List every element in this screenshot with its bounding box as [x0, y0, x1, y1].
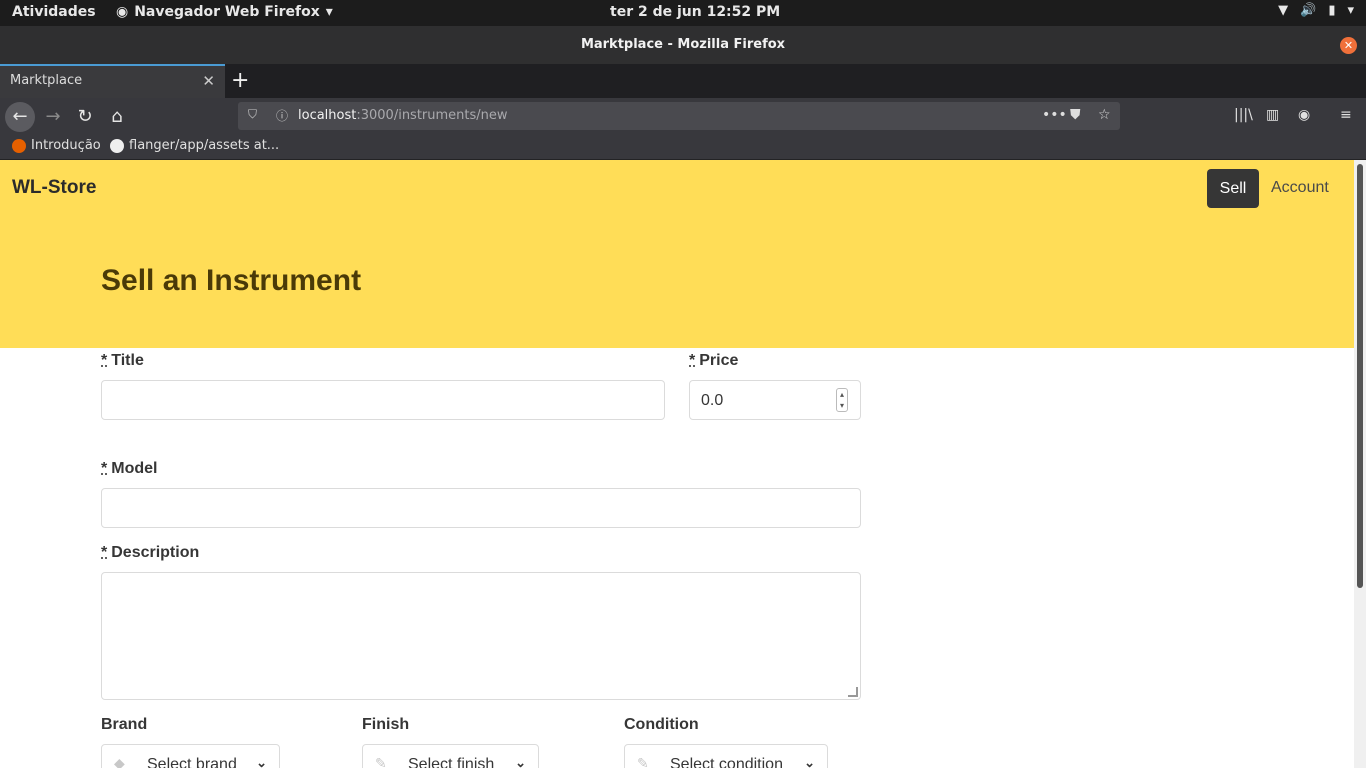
brand-select-value: Select brand [147, 756, 237, 768]
label-text: Model [111, 460, 158, 477]
clock[interactable]: ter 2 de jun 12:52 PM [610, 4, 780, 20]
label-text: Description [111, 544, 200, 561]
resize-handle-icon[interactable] [848, 687, 858, 697]
system-top-bar: Atividades ◉ Navegador Web Firefox ▾ ter… [0, 0, 1366, 26]
caret-down-icon: ▾ [1347, 3, 1354, 18]
library-icon[interactable]: |||\ [1234, 107, 1253, 123]
chevron-down-icon: ⌄ [515, 755, 526, 768]
hamburger-menu-icon[interactable]: ≡ [1340, 107, 1352, 123]
sidebar-icon[interactable]: ▥ [1266, 107, 1279, 123]
bookmark-label: flanger/app/assets at... [129, 138, 280, 153]
battery-icon: ▮ [1328, 3, 1336, 18]
system-tray[interactable]: ▼ 🔊 ▮ ▾ [1278, 3, 1354, 18]
paint-brush-icon: ✎ [637, 755, 649, 768]
page-actions-icon[interactable]: ••• [1042, 107, 1067, 123]
condition-select-value: Select condition [670, 756, 783, 768]
bookmarks-toolbar: Introdução flanger/app/assets at... [0, 136, 1366, 160]
bookmark-label: Introdução [31, 138, 101, 153]
window-title-bar: Marktplace - Mozilla Firefox ✕ [0, 26, 1366, 64]
app-menu[interactable]: ◉ Navegador Web Firefox ▾ [116, 4, 333, 20]
brand-label: Brand [101, 716, 148, 733]
wifi-icon: ▼ [1278, 3, 1289, 18]
label-text: Title [111, 352, 144, 369]
tab-close-icon[interactable]: ✕ [202, 72, 215, 90]
price-input[interactable]: 0.0 ▴ ▾ [689, 380, 861, 420]
reload-button[interactable]: ↻ [70, 102, 100, 132]
github-icon [110, 138, 124, 153]
finish-select-value: Select finish [408, 756, 495, 768]
required-mark: * [101, 544, 108, 561]
window-close-button[interactable]: ✕ [1340, 37, 1357, 54]
account-icon[interactable]: ◉ [1298, 107, 1310, 123]
firefox-icon [12, 138, 26, 153]
model-label: * Model [101, 460, 157, 478]
finish-label: Finish [362, 716, 410, 733]
info-icon[interactable]: ⓘ [276, 107, 288, 124]
bookmark-flanger[interactable]: flanger/app/assets at... [110, 138, 279, 153]
shield-icon[interactable]: ⛉ [248, 107, 257, 122]
title-label: * Title [101, 352, 144, 370]
scrollbar-thumb[interactable] [1357, 164, 1363, 588]
browser-toolbar: ← → ↻ ⌂ ⛉ ⓘ localhost:3000/instruments/n… [0, 98, 1366, 136]
url-bar[interactable]: ⛉ ⓘ localhost:3000/instruments/new ••• ⛊… [238, 102, 1120, 130]
finish-select[interactable]: ✎ Select finish ⌄ [362, 744, 539, 768]
sell-button[interactable]: Sell [1207, 169, 1259, 208]
tab-strip: Marktplace ✕ + [0, 64, 1366, 98]
home-button[interactable]: ⌂ [102, 102, 132, 132]
chevron-down-icon: ⌄ [804, 755, 815, 768]
hero-section: WL-Store Sell Account Sell an Instrument [0, 160, 1354, 348]
firefox-app-icon: ◉ [116, 4, 129, 20]
tag-icon: ◆ [114, 755, 125, 768]
window-title: Marktplace - Mozilla Firefox [580, 37, 786, 52]
required-mark: * [101, 460, 108, 477]
price-stepper[interactable]: ▴ ▾ [836, 388, 848, 412]
required-mark: * [689, 352, 696, 369]
condition-label: Condition [624, 716, 699, 733]
star-bookmark-icon[interactable]: ☆ [1098, 107, 1111, 123]
page-scrollbar[interactable] [1354, 160, 1366, 768]
activities-button[interactable]: Atividades [12, 4, 96, 20]
tab-marktplace[interactable]: Marktplace ✕ [0, 64, 225, 98]
tab-label: Marktplace [10, 73, 83, 88]
back-button[interactable]: ← [5, 102, 35, 132]
url-text: localhost:3000/instruments/new [298, 108, 508, 123]
forward-button[interactable]: → [38, 102, 68, 132]
condition-select[interactable]: ✎ Select condition ⌄ [624, 744, 828, 768]
caret-down-icon: ▾ [325, 4, 333, 20]
price-value: 0.0 [701, 392, 724, 409]
brand-logo[interactable]: WL-Store [12, 177, 96, 199]
page-content: WL-Store Sell Account Sell an Instrument… [0, 160, 1354, 768]
volume-icon: 🔊 [1300, 3, 1317, 18]
page-title: Sell an Instrument [101, 264, 362, 297]
model-input[interactable] [101, 488, 861, 528]
new-tab-button[interactable]: + [231, 68, 249, 93]
price-label: * Price [689, 352, 738, 370]
account-link[interactable]: Account [1271, 179, 1329, 197]
pocket-icon[interactable]: ⛊ [1070, 107, 1081, 123]
bookmark-introducao[interactable]: Introdução [12, 138, 101, 153]
title-input[interactable] [101, 380, 665, 420]
description-label: * Description [101, 544, 199, 562]
chevron-down-icon: ⌄ [256, 755, 267, 768]
brand-select[interactable]: ◆ Select brand ⌄ [101, 744, 280, 768]
required-mark: * [101, 352, 108, 369]
description-textarea[interactable] [101, 572, 861, 700]
app-menu-label: Navegador Web Firefox [134, 4, 320, 20]
paint-brush-icon: ✎ [375, 755, 387, 768]
label-text: Price [699, 352, 739, 369]
